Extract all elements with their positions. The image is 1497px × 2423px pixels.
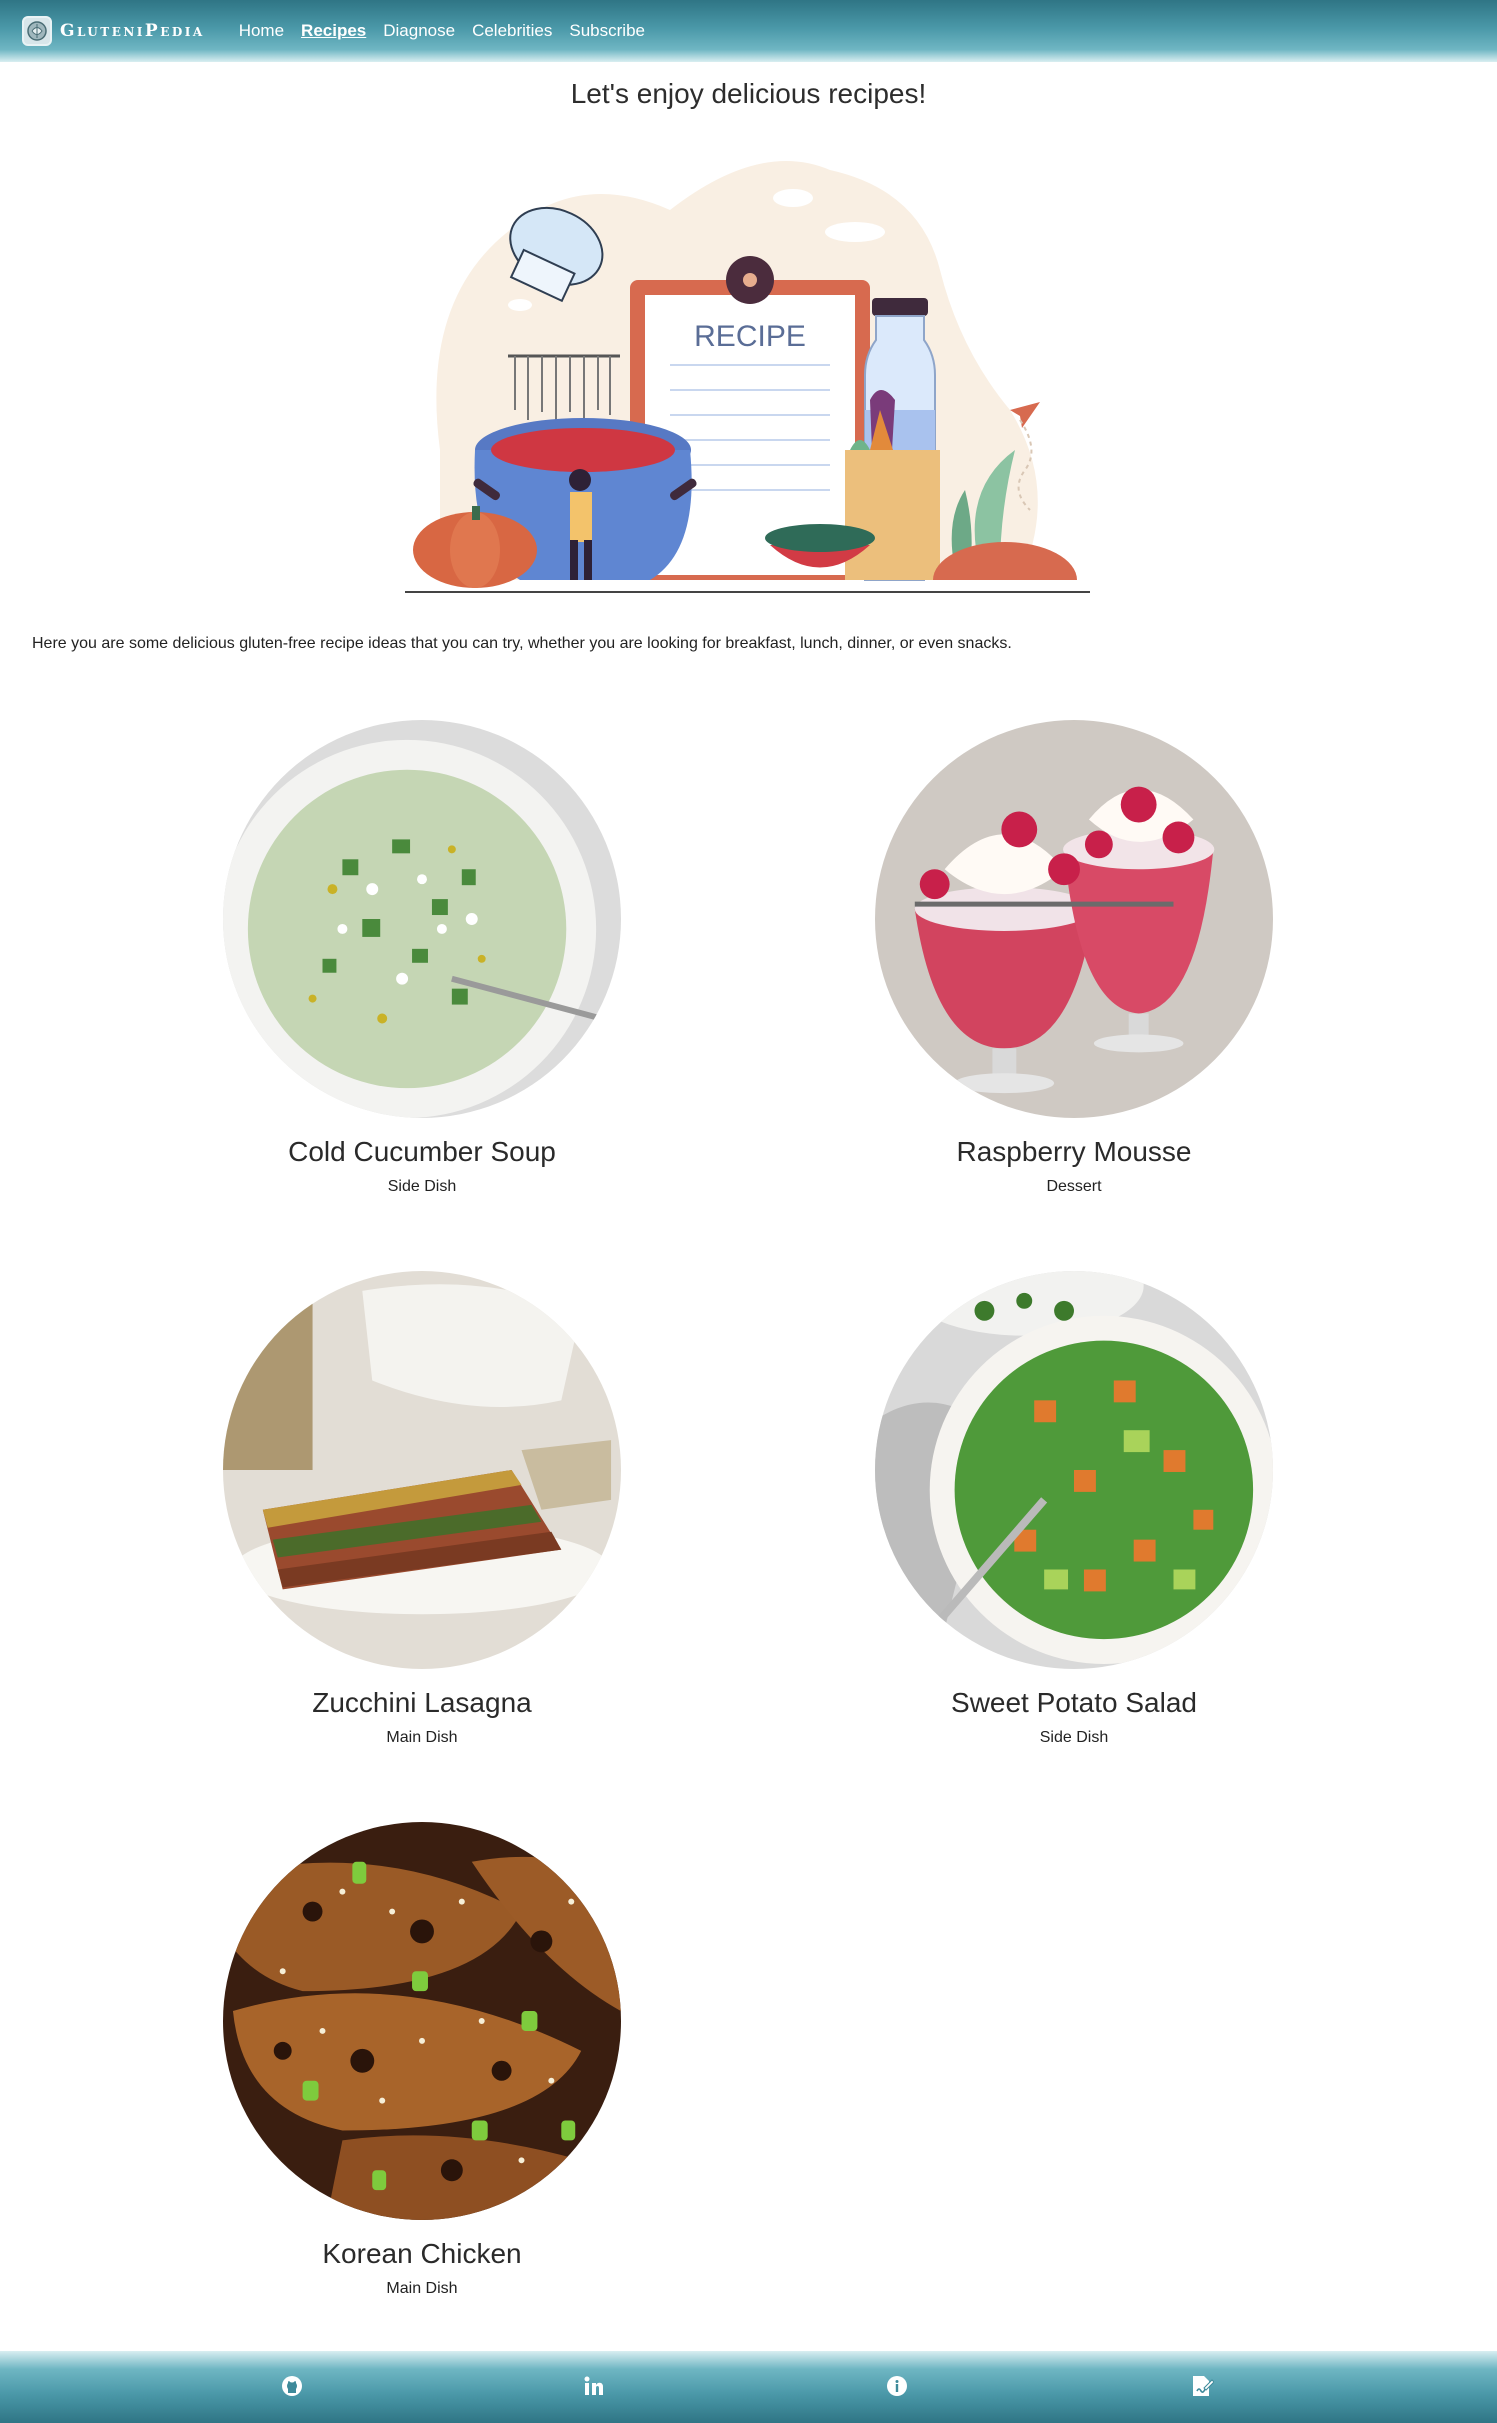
- recipe-card-cold-cucumber-soup[interactable]: Cold Cucumber Soup Side Dish: [142, 720, 702, 1196]
- recipe-hero-illustration: RECIPE: [405, 161, 1090, 600]
- recipe-name[interactable]: Raspberry Mousse: [794, 1136, 1354, 1168]
- recipe-card-raspberry-mousse[interactable]: Raspberry Mousse Dessert: [794, 720, 1354, 1196]
- recipe-category: Main Dish: [386, 2280, 458, 2297]
- recipe-card-korean-chicken[interactable]: Korean Chicken Main Dish: [142, 1822, 702, 2298]
- recipe-category: Dessert: [1046, 1178, 1102, 1195]
- nav-link-celebrities[interactable]: Celebrities: [472, 21, 552, 41]
- github-icon[interactable]: [279, 2373, 305, 2399]
- recipe-image-sweet-potato-salad[interactable]: [875, 1271, 1273, 1669]
- recipe-name[interactable]: Korean Chicken: [142, 2238, 702, 2270]
- info-icon[interactable]: [884, 2373, 910, 2399]
- top-navbar: GluteniPedia Home Recipes Diagnose Celeb…: [0, 0, 1497, 62]
- page-title: Let's enjoy delicious recipes!: [570, 78, 927, 109]
- signature-icon[interactable]: [1189, 2373, 1215, 2399]
- brand-name: GluteniPedia: [60, 21, 205, 41]
- recipe-image-cold-cucumber-soup[interactable]: [223, 720, 621, 1118]
- illustration-recipe-text: RECIPE: [694, 320, 806, 353]
- recipe-card-sweet-potato-salad[interactable]: Sweet Potato Salad Side Dish: [794, 1271, 1354, 1747]
- recipe-category: Side Dish: [1039, 1729, 1109, 1746]
- nav-link-diagnose[interactable]: Diagnose: [383, 21, 455, 41]
- brand-logo-icon: [22, 16, 52, 46]
- recipe-image-korean-chicken[interactable]: [223, 1822, 621, 2220]
- nav-link-subscribe[interactable]: Subscribe: [569, 21, 645, 41]
- recipe-card-zucchini-lasagna[interactable]: Zucchini Lasagna Main Dish: [142, 1271, 702, 1747]
- recipe-name[interactable]: Zucchini Lasagna: [142, 1687, 702, 1719]
- brand[interactable]: GluteniPedia: [22, 16, 205, 46]
- recipe-image-raspberry-mousse[interactable]: [875, 720, 1273, 1118]
- recipe-category: Main Dish: [386, 1729, 458, 1746]
- nav-links: Home Recipes Diagnose Celebrities Subscr…: [239, 21, 662, 41]
- footer: [0, 2351, 1497, 2423]
- nav-link-recipes[interactable]: Recipes: [301, 21, 366, 41]
- recipe-name[interactable]: Sweet Potato Salad: [794, 1687, 1354, 1719]
- nav-link-home[interactable]: Home: [239, 21, 284, 41]
- linkedin-icon[interactable]: [581, 2373, 607, 2399]
- recipe-name[interactable]: Cold Cucumber Soup: [142, 1136, 702, 1168]
- recipe-image-zucchini-lasagna[interactable]: [223, 1271, 621, 1669]
- recipe-category: Side Dish: [387, 1178, 457, 1195]
- intro-text: Here you are some delicious gluten-free …: [32, 635, 1012, 652]
